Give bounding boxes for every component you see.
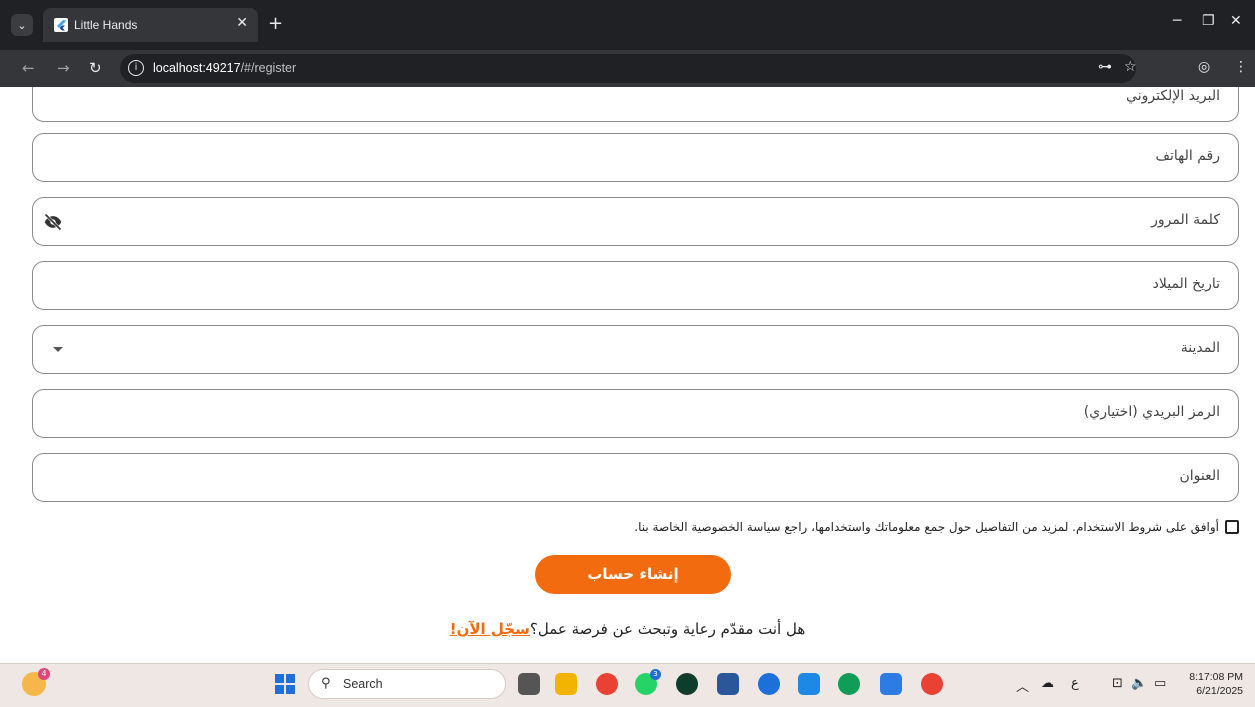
close-window-icon[interactable]: ✕ [1230,13,1242,29]
clock-date: 6/21/2025 [1196,685,1243,697]
show-hidden-icons-icon[interactable]: ︿ [1016,676,1029,695]
register-page: البريد الإلكتروني رقم الهاتف كلمة المرور… [0,87,1255,663]
browser-toolbar: ← → ↻ i localhost:49217/#/register ⊶ ☆ ◎… [0,50,1255,87]
whatsapp-badge: 3 [650,669,661,680]
tab-search-button[interactable]: ⌄ [11,14,33,36]
browser-tab-bar: ⌄ Little Hands ✕ + ─ ❐ ✕ [0,0,1255,50]
city-dropdown[interactable]: المدينة [32,325,1239,374]
widgets-badge: 4 [38,668,50,680]
search-icon: ⚲ [321,676,331,691]
terms-row: أوافق على شروط الاستخدام. لمزيد من التفا… [634,520,1239,534]
url-text: localhost:49217/#/register [153,61,297,75]
clock[interactable]: 8:17:08 PM 6/21/2025 [1189,670,1243,698]
new-tab-icon[interactable]: + [268,13,283,34]
profile-icon[interactable]: ◎ [1198,59,1210,75]
network-icon[interactable]: ⊡ [1112,676,1123,691]
dart-devtools-icon[interactable] [758,673,780,695]
reload-icon[interactable]: ↻ [89,59,102,77]
photos-icon[interactable] [880,673,902,695]
word-icon[interactable] [717,673,739,695]
password-field[interactable]: كلمة المرور [32,197,1239,246]
language-indicator[interactable]: ع [1071,676,1079,691]
edge-icon[interactable] [838,673,860,695]
start-icon[interactable] [275,674,295,694]
caregiver-prompt: هل أنت مقدّم رعاية وتبحث عن فرصة عمل؟سجّ… [0,620,1255,638]
postal-code-field[interactable]: الرمز البريدي (اختياري) [32,389,1239,438]
restore-icon[interactable]: ❐ [1202,13,1215,29]
birthdate-field[interactable]: تاريخ الميلاد [32,261,1239,310]
tab-title: Little Hands [74,18,138,32]
address-bar[interactable]: i localhost:49217/#/register ⊶ ☆ [120,54,1137,83]
caregiver-prompt-text: هل أنت مقدّم رعاية وتبحث عن فرصة عمل؟ [529,620,806,638]
vscode-icon[interactable] [798,673,820,695]
password-key-icon[interactable]: ⊶ [1098,59,1112,75]
birthdate-label: تاريخ الميلاد [1152,276,1220,292]
windows-taskbar: 4 ⚲ Search 3 ︿ ☁ ع ⊡ 🔈 ▭ 8:17:08 PM 6/21… [0,663,1255,707]
register-now-link[interactable]: سجّل الآن! [450,620,530,638]
volume-icon[interactable]: 🔈 [1131,676,1147,691]
create-account-button[interactable]: إنشاء حساب [535,555,731,594]
search-label: Search [343,677,383,691]
chrome-icon[interactable] [596,673,618,695]
forward-icon[interactable]: → [57,59,70,77]
widgets-icon[interactable]: 4 [22,668,50,696]
clock-time: 8:17:08 PM [1189,671,1243,683]
chrome-active-icon[interactable] [921,673,943,695]
flutter-favicon-icon [54,18,68,32]
bookmark-star-icon[interactable]: ☆ [1124,59,1137,75]
address-label: العنوان [1179,468,1220,484]
terms-checkbox[interactable] [1225,520,1239,534]
phone-label: رقم الهاتف [1155,148,1220,164]
minimize-icon[interactable]: ─ [1173,13,1181,29]
city-label: المدينة [1180,340,1220,356]
browser-tab[interactable]: Little Hands ✕ [43,8,258,42]
dropdown-arrow-icon[interactable] [53,347,63,352]
file-explorer-icon[interactable] [555,673,577,695]
close-tab-icon[interactable]: ✕ [236,15,248,31]
mongodb-compass-icon[interactable] [676,673,698,695]
email-field[interactable]: البريد الإلكتروني [32,87,1239,122]
password-label: كلمة المرور [1151,212,1220,228]
taskbar-search[interactable]: ⚲ Search [308,669,506,699]
address-field[interactable]: العنوان [32,453,1239,502]
back-icon[interactable]: ← [22,59,35,77]
eye-off-icon[interactable] [43,212,63,232]
terms-text: أوافق على شروط الاستخدام. لمزيد من التفا… [634,520,1219,534]
phone-field[interactable]: رقم الهاتف [32,133,1239,182]
email-label: البريد الإلكتروني [1126,88,1220,104]
site-info-icon[interactable]: i [128,60,144,76]
task-view-icon[interactable] [518,673,540,695]
postal-code-label: الرمز البريدي (اختياري) [1083,404,1220,420]
whatsapp-icon[interactable]: 3 [635,669,661,695]
menu-kebab-icon[interactable]: ⋮ [1234,59,1248,75]
battery-icon[interactable]: ▭ [1154,676,1166,691]
onedrive-cloud-icon[interactable]: ☁ [1041,676,1054,691]
